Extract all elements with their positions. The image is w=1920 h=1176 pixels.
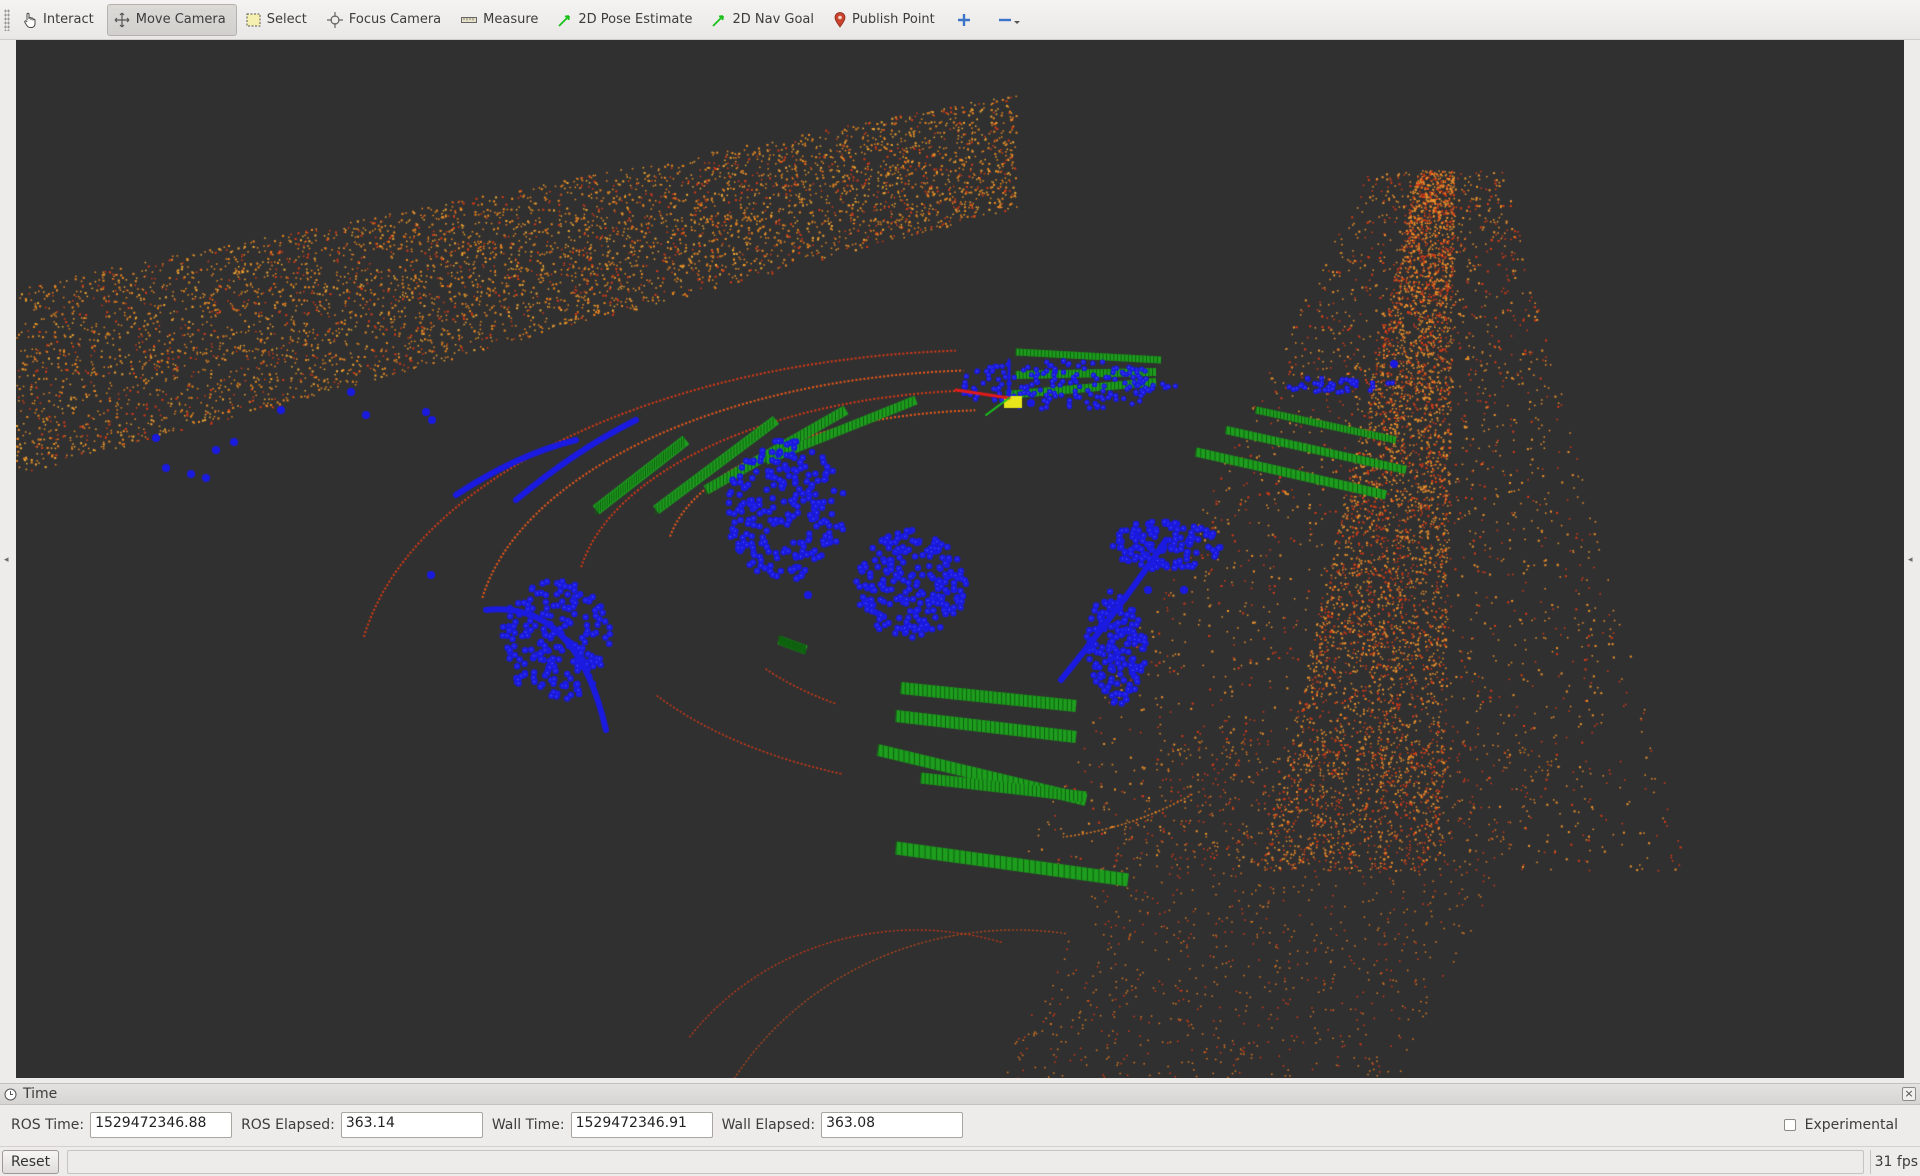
main-toolbar: Interact Move Camera Select Focus Camera… (0, 0, 1920, 40)
tool-select-label: Select (266, 12, 307, 27)
fps-counter: 31 fps (1869, 1149, 1918, 1174)
clock-icon (4, 1088, 17, 1100)
time-panel: ROS Time: 1529472346.88 ROS Elapsed: 363… (0, 1106, 1920, 1144)
minus-dropdown-icon (998, 18, 1020, 24)
green-arrow-icon (712, 14, 725, 27)
tool-2d-pose-estimate-label: 2D Pose Estimate (578, 12, 693, 27)
left-dock-handle[interactable]: ◂ (2, 40, 14, 1078)
ros-time-label: ROS Time: (11, 1117, 85, 1133)
toolbar-grip[interactable] (4, 8, 10, 31)
ros-time-field[interactable]: 1529472346.88 (90, 1112, 233, 1138)
selection-box-icon (246, 13, 261, 26)
close-panel-button[interactable]: × (1902, 1087, 1916, 1101)
experimental-checkbox[interactable]: Experimental (1783, 1117, 1904, 1133)
render-panel: ◂ ◂ (0, 40, 1920, 1078)
time-panel-title: Time (23, 1086, 58, 1102)
time-panel-header: Time × (0, 1083, 1920, 1105)
wall-time-field[interactable]: 1529472346.91 (570, 1112, 713, 1138)
tool-2d-nav-goal[interactable]: 2D Nav Goal (705, 4, 825, 36)
hand-pointer-icon (24, 12, 36, 28)
tool-publish-point-label: Publish Point (852, 12, 935, 27)
tool-move-camera-label: Move Camera (135, 12, 226, 27)
reset-button[interactable]: Reset (2, 1149, 60, 1174)
right-dock-arrow-icon: ◂ (1908, 555, 1913, 565)
tool-2d-pose-estimate[interactable]: 2D Pose Estimate (551, 4, 703, 36)
wall-elapsed-label: Wall Elapsed: (721, 1117, 816, 1133)
wall-time-label: Wall Time: (491, 1117, 565, 1133)
crosshair-icon (326, 11, 343, 28)
wall-elapsed-field[interactable]: 363.08 (821, 1112, 964, 1138)
tool-focus-camera[interactable]: Focus Camera (320, 4, 452, 36)
tool-interact[interactable]: Interact (16, 4, 105, 36)
green-arrow-icon (558, 14, 571, 27)
map-pin-icon (834, 11, 846, 28)
tool-measure-label: Measure (483, 12, 539, 27)
status-bar: Reset 31 fps (0, 1146, 1920, 1176)
tool-measure[interactable]: Measure (454, 4, 549, 36)
tool-focus-camera-label: Focus Camera (348, 12, 442, 27)
move-arrows-icon (114, 12, 130, 27)
ros-elapsed-label: ROS Elapsed: (241, 1117, 335, 1133)
ros-elapsed-field[interactable]: 363.14 (340, 1112, 483, 1138)
ruler-icon (461, 16, 478, 23)
checkbox-box[interactable] (1783, 1119, 1796, 1131)
tool-2d-nav-goal-label: 2D Nav Goal (732, 12, 815, 27)
point-cloud-render[interactable] (16, 40, 1904, 1078)
tool-interact-label: Interact (43, 12, 94, 27)
status-message-area (67, 1149, 1864, 1174)
plus-icon (957, 13, 970, 26)
remove-tool-button[interactable] (988, 4, 1038, 36)
tool-move-camera[interactable]: Move Camera (106, 3, 237, 36)
tool-publish-point[interactable]: Publish Point (827, 4, 946, 36)
left-dock-arrow-icon: ◂ (4, 555, 9, 565)
3d-viewport[interactable] (16, 40, 1904, 1078)
right-dock-handle[interactable]: ◂ (1906, 40, 1918, 1078)
add-tool-button[interactable] (948, 4, 986, 36)
close-icon: × (1904, 1087, 1914, 1100)
experimental-label: Experimental (1804, 1117, 1898, 1133)
tool-select[interactable]: Select (239, 4, 318, 36)
